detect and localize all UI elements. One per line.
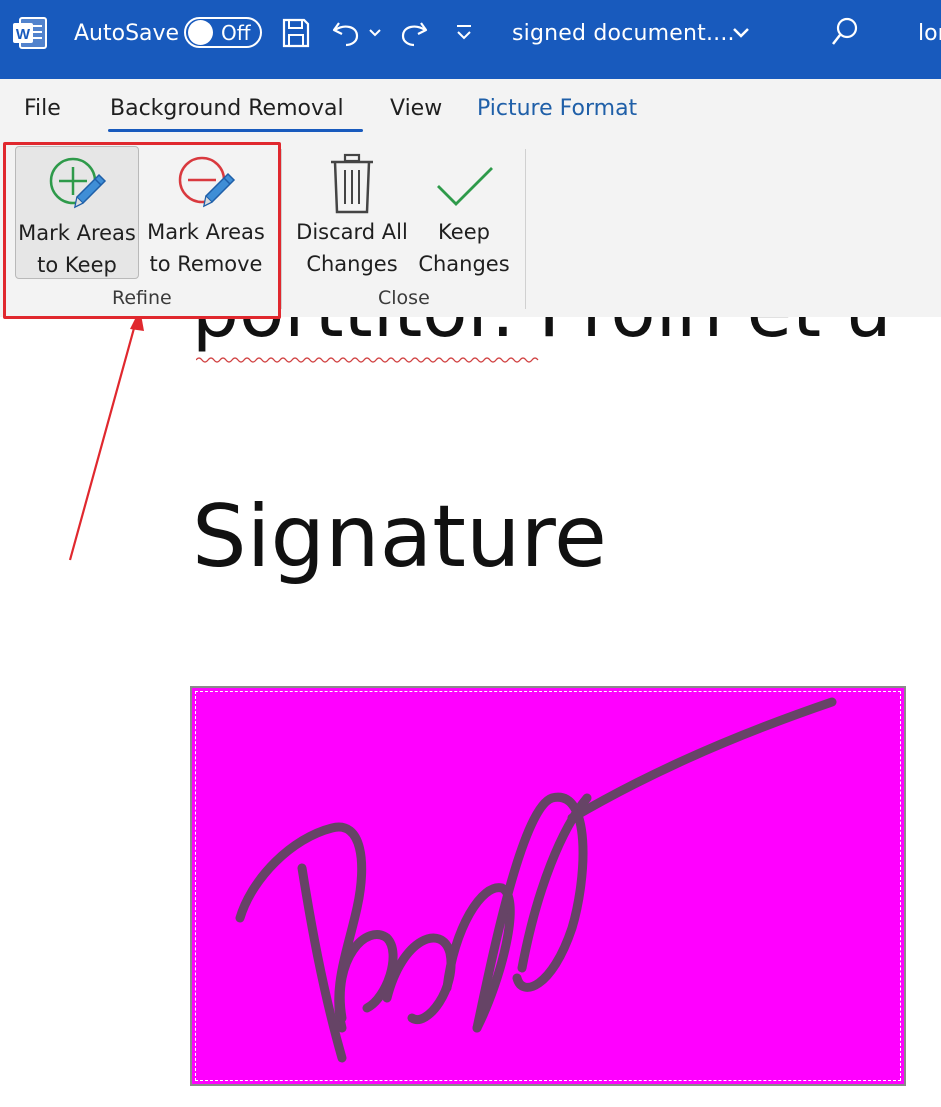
signature-strokes <box>235 697 837 1063</box>
user-name[interactable]: lor <box>918 14 941 52</box>
toggle-knob <box>188 20 213 45</box>
section-heading: Signature <box>192 487 607 587</box>
keep-changes-label-line1: Keep <box>438 220 490 244</box>
search-icon[interactable] <box>828 14 862 50</box>
title-bar: W AutoSave Off signed document.... lo <box>0 0 941 79</box>
trash-icon <box>320 152 384 216</box>
tab-background-removal[interactable]: Background Removal <box>110 93 344 125</box>
word-logo-letter: W <box>16 26 31 43</box>
save-icon[interactable] <box>280 15 312 51</box>
spellcheck-underline <box>196 357 539 363</box>
annotation-arrow <box>68 309 144 561</box>
undo-icon[interactable] <box>330 15 362 51</box>
customize-toolbar-icon[interactable] <box>452 18 476 48</box>
autosave-toggle[interactable]: Off <box>184 17 262 48</box>
group-divider <box>525 149 526 309</box>
checkmark-icon <box>432 152 496 216</box>
ribbon-tabs: File Background Removal View Picture For… <box>0 79 941 139</box>
autosave-state: Off <box>221 20 251 45</box>
discard-label-line2: Changes <box>306 252 398 276</box>
word-logo-icon[interactable]: W <box>12 15 48 51</box>
discard-all-changes-button[interactable]: Discard All Changes <box>291 146 413 279</box>
discard-label-line1: Discard All <box>296 220 408 244</box>
close-group-label: Close <box>378 287 430 309</box>
tab-view[interactable]: View <box>390 93 442 125</box>
keep-changes-button[interactable]: Keep Changes <box>414 146 514 279</box>
signature-image[interactable] <box>190 686 906 1086</box>
tab-picture-format[interactable]: Picture Format <box>477 93 637 125</box>
redo-icon[interactable] <box>398 15 430 51</box>
group-divider <box>281 149 282 309</box>
chevron-down-icon[interactable] <box>730 20 752 46</box>
undo-dropdown-chevron-icon[interactable] <box>366 20 384 46</box>
document-title[interactable]: signed document.... <box>512 14 735 52</box>
refine-highlight-box <box>3 142 281 319</box>
autosave-label: AutoSave <box>74 20 180 46</box>
tab-file[interactable]: File <box>24 93 61 125</box>
active-tab-indicator <box>108 129 363 132</box>
keep-changes-label-line2: Changes <box>418 252 510 276</box>
